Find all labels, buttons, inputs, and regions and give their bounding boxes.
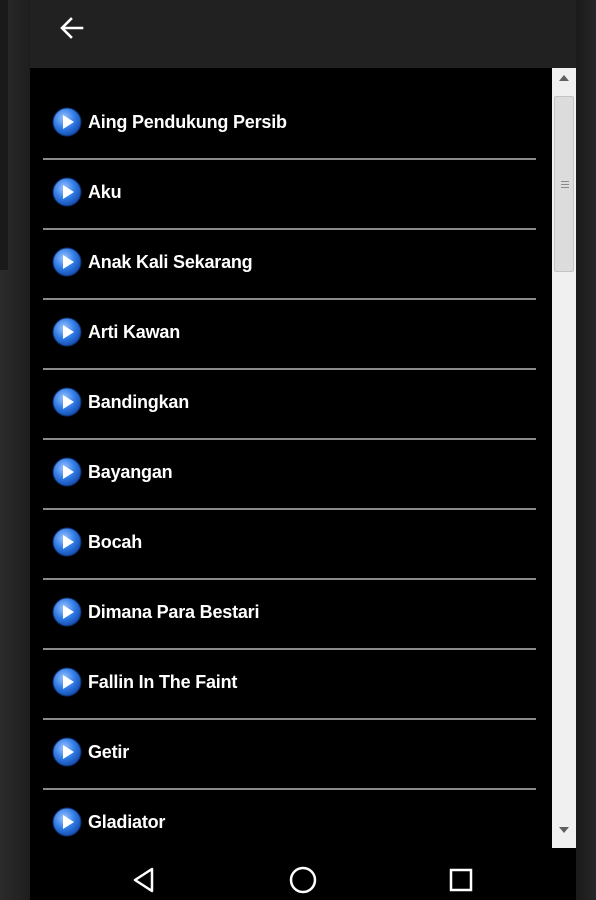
play-icon — [52, 457, 82, 487]
song-list-item[interactable]: Getir — [43, 720, 536, 788]
scrollbar[interactable] — [552, 68, 576, 848]
play-icon — [52, 247, 82, 277]
arrow-left-icon — [60, 17, 84, 39]
song-title: Bayangan — [88, 462, 173, 482]
nav-back-button[interactable] — [126, 862, 162, 898]
song-title: Gladiator — [88, 812, 166, 832]
song-list-item[interactable]: Dimana Para Bestari — [43, 580, 536, 648]
system-nav-bar — [30, 848, 576, 900]
device-frame-right — [576, 0, 596, 900]
song-list-item[interactable]: Bocah — [43, 510, 536, 578]
song-title: Aing Pendukung Persib — [88, 112, 287, 132]
play-icon — [52, 667, 82, 697]
home-circle-icon — [289, 866, 317, 894]
song-list-area: Aing Pendukung Persib Aku Anak Kali Sekara… — [30, 68, 576, 848]
app-bar — [30, 0, 576, 68]
scroll-up-arrow-icon[interactable] — [552, 68, 576, 88]
song-title: Aku — [88, 182, 122, 202]
song-list-item[interactable]: Bayangan — [43, 440, 536, 508]
play-icon — [52, 807, 82, 837]
play-icon — [52, 387, 82, 417]
nav-home-button[interactable] — [285, 862, 321, 898]
scroll-thumb[interactable] — [554, 96, 574, 272]
song-title: Anak Kali Sekarang — [88, 252, 253, 272]
back-button[interactable] — [52, 10, 92, 46]
song-title: Arti Kawan — [88, 322, 181, 342]
song-list-item[interactable]: Anak Kali Sekarang — [43, 230, 536, 298]
play-icon — [52, 597, 82, 627]
back-triangle-icon — [133, 867, 154, 893]
song-list-item[interactable]: Aku — [43, 160, 536, 228]
song-list-item[interactable]: Arti Kawan — [43, 300, 536, 368]
song-title: Fallin In The Faint — [88, 672, 238, 692]
play-icon — [52, 527, 82, 557]
song-list-item[interactable]: Gladiator — [43, 790, 536, 848]
recents-square-icon — [449, 868, 473, 892]
scroll-down-arrow-icon[interactable] — [552, 820, 576, 840]
song-title: Bandingkan — [88, 392, 190, 412]
song-list-item[interactable]: Fallin In The Faint — [43, 650, 536, 718]
scroll-grip-icon — [561, 181, 569, 190]
song-title: Dimana Para Bestari — [88, 602, 260, 622]
nav-recents-button[interactable] — [443, 862, 479, 898]
play-icon — [52, 177, 82, 207]
phone-screen: Aing Pendukung Persib Aku Anak Kali Sekara… — [30, 0, 576, 900]
song-list-item[interactable]: Bandingkan — [43, 370, 536, 438]
song-title: Bocah — [88, 532, 143, 552]
play-icon — [52, 317, 82, 347]
song-list: Aing Pendukung Persib Aku Anak Kali Sekara… — [43, 90, 536, 848]
song-title: Getir — [88, 742, 130, 762]
play-icon — [52, 737, 82, 767]
play-icon — [52, 107, 82, 137]
device-edge — [0, 0, 8, 270]
song-list-item[interactable]: Aing Pendukung Persib — [43, 90, 536, 158]
